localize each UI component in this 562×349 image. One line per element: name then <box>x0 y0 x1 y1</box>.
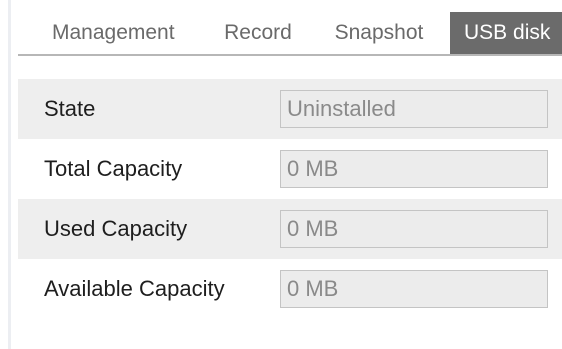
tab-snapshot[interactable]: Snapshot <box>308 12 450 54</box>
usb-disk-panel: Management Record Snapshot USB disk Stat… <box>0 0 562 349</box>
row-state: State <box>18 79 562 139</box>
tab-bar: Management Record Snapshot USB disk <box>18 12 562 56</box>
tab-management[interactable]: Management <box>18 12 208 54</box>
state-field[interactable] <box>280 90 548 128</box>
left-border <box>8 0 11 349</box>
used-capacity-field[interactable] <box>280 210 548 248</box>
total-capacity-label: Total Capacity <box>44 156 183 181</box>
usb-info-list: State Total Capacity Used Capacity Avail… <box>18 79 562 319</box>
available-capacity-label: Available Capacity <box>44 276 225 301</box>
row-used-capacity: Used Capacity <box>18 199 562 259</box>
available-capacity-field[interactable] <box>280 270 548 308</box>
used-capacity-label: Used Capacity <box>44 216 188 241</box>
state-label: State <box>44 96 96 121</box>
tab-usb-disk[interactable]: USB disk <box>450 12 562 54</box>
row-total-capacity: Total Capacity <box>18 139 562 199</box>
tab-record[interactable]: Record <box>208 12 308 54</box>
total-capacity-field[interactable] <box>280 150 548 188</box>
row-available-capacity: Available Capacity <box>18 259 562 319</box>
